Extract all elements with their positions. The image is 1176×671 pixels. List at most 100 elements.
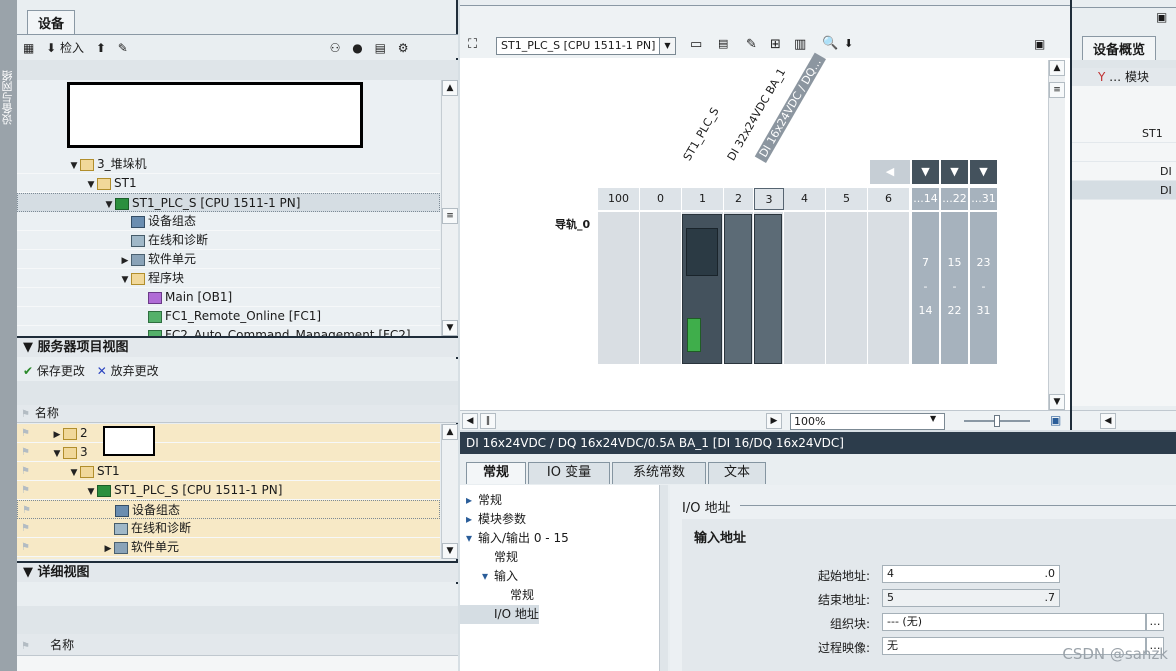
tree-item[interactable]: ⚑ ▼ ST1 xyxy=(17,462,440,481)
pointer-icon[interactable]: ⛶ xyxy=(468,37,477,52)
expand-group-icon[interactable]: ▼ xyxy=(912,160,939,184)
tree-item[interactable]: Main [OB1] xyxy=(17,288,440,307)
tree-item[interactable]: 设备组态 xyxy=(17,212,440,231)
rack-slot[interactable] xyxy=(598,212,640,364)
overview-row[interactable] xyxy=(1072,143,1176,162)
overview-icon[interactable]: ▤ xyxy=(375,41,386,55)
rack-slot[interactable] xyxy=(868,212,910,364)
properties-tab[interactable]: 系统常数 xyxy=(612,462,706,484)
slot-group[interactable]: 7 - 14 xyxy=(912,212,939,364)
slot-group[interactable]: 15 - 22 xyxy=(941,212,968,364)
tree-item[interactable]: ▼ ST1_PLC_S [CPU 1511-1 PN] xyxy=(17,193,440,212)
network-icon[interactable]: ⚇ xyxy=(330,41,341,55)
tree-item[interactable]: ⚑ ▼ 3 xyxy=(17,443,440,462)
rack-slot[interactable] xyxy=(784,212,826,364)
zoom-select[interactable]: 100% xyxy=(790,413,945,430)
scroll-up-icon[interactable]: ▲ xyxy=(442,424,458,440)
download-icon[interactable]: ⬇ xyxy=(844,37,853,50)
compile-icon[interactable]: ⚙ xyxy=(398,41,409,55)
device-view-vscroll[interactable]: ▲ ≡ ▼ xyxy=(1048,60,1065,410)
tree-item[interactable]: ▶ 软件单元 xyxy=(17,250,440,269)
org-block-input[interactable]: --- (无) xyxy=(882,613,1146,631)
start-address-input[interactable]: 4.0 xyxy=(882,565,1060,583)
properties-tab[interactable]: IO 变量 xyxy=(528,462,610,484)
tree-item[interactable]: FC2_Auto_Command_Management [FC2] xyxy=(17,326,440,336)
draw-icon[interactable]: ✎ xyxy=(746,37,757,52)
slot-number[interactable]: 5 xyxy=(826,188,868,210)
tree-item[interactable]: FC1_Remote_Online [FC1] xyxy=(17,307,440,326)
nav-item[interactable]: 常规 xyxy=(460,548,659,567)
expand-group-icon[interactable]: ▼ xyxy=(970,160,997,184)
slot-group-header[interactable]: ...14 xyxy=(912,188,939,210)
zoom-icon[interactable]: 🔍 xyxy=(822,36,838,51)
edit-icon[interactable]: ✎ xyxy=(118,41,128,55)
portal-view-strip[interactable]: 设备与网络 xyxy=(0,0,17,671)
import-button[interactable]: ⬇ 检入 xyxy=(46,39,84,56)
scroll-up-icon[interactable]: ▲ xyxy=(1049,60,1065,76)
zoom-slider-handle[interactable] xyxy=(994,415,1000,427)
overview-row[interactable]: ST1 xyxy=(1072,124,1176,143)
tree-item[interactable]: ▼ 程序块 xyxy=(17,269,440,288)
scroll-up-icon[interactable]: ▲ xyxy=(442,80,458,96)
tree-item[interactable]: ⚑ 在线和诊断 xyxy=(17,519,440,538)
properties-tab[interactable]: 常规 xyxy=(466,462,526,484)
expand-group-icon[interactable]: ▼ xyxy=(941,160,968,184)
nav-item[interactable]: ▸ 常规 xyxy=(460,491,659,510)
chevron-down-icon[interactable]: ▼ xyxy=(659,38,675,54)
scroll-left-icon[interactable]: ◀ xyxy=(1100,413,1116,429)
discard-changes-button[interactable]: ✕ 放弃更改 xyxy=(97,362,159,379)
tree-item[interactable]: ▼ ST1 xyxy=(17,174,440,193)
server-view-header[interactable]: ▼ 服务器项目视图 xyxy=(17,336,458,357)
slot-number[interactable]: 2 xyxy=(724,188,754,210)
nav-item[interactable]: ▾ 输入 xyxy=(460,567,659,586)
tree-item[interactable]: ⚑ ▶ 软件单元 xyxy=(17,538,440,557)
grid-icon[interactable]: ⊞ xyxy=(770,37,781,52)
tree-item[interactable]: ⚑ ▶ 2 xyxy=(17,424,440,443)
device-overview-tab[interactable]: 设备概览 xyxy=(1082,36,1157,60)
name-icon[interactable]: ▤ xyxy=(718,37,728,50)
devices-tab[interactable]: 设备 xyxy=(27,10,76,34)
tree-item[interactable]: ▼ 3_堆垛机 xyxy=(17,155,440,174)
rack-module-label[interactable]: ST1_PLC_S xyxy=(681,105,722,163)
hscroll-thumb-icon[interactable]: ‖ xyxy=(480,413,496,429)
task-icon[interactable]: ▣ xyxy=(1156,10,1167,24)
chevron-down-icon[interactable]: ▼ xyxy=(930,414,936,423)
rack-slot[interactable] xyxy=(640,212,682,364)
slot-group[interactable]: 23 - 31 xyxy=(970,212,997,364)
nav-item[interactable]: ▾ 输入/输出 0 - 15 xyxy=(460,529,659,548)
chevron-right-icon[interactable]: ▶ xyxy=(102,540,114,559)
slot-group-header[interactable]: ...31 xyxy=(970,188,997,210)
nav-item[interactable]: ▸ 模块参数 xyxy=(460,510,659,529)
scroll-down-icon[interactable]: ▼ xyxy=(442,320,458,336)
slot-number[interactable]: 0 xyxy=(640,188,682,210)
devices-tree-scrollbar[interactable]: ▲ ≡ ▼ xyxy=(441,80,458,336)
nav-item[interactable]: 常规 xyxy=(460,586,659,605)
scroll-right-icon[interactable]: ▶ xyxy=(766,413,782,429)
online-icon[interactable]: ● xyxy=(352,41,362,55)
slot-number[interactable]: 4 xyxy=(784,188,826,210)
detail-view-header[interactable]: ▼ 详细视图 xyxy=(17,561,458,582)
tree-item[interactable]: ⚑ 设备组态 xyxy=(17,500,440,519)
server-tree-scrollbar[interactable]: ▲ ▼ xyxy=(441,424,458,559)
nav-item[interactable]: I/O 地址 xyxy=(460,605,539,624)
di-module[interactable] xyxy=(724,214,752,364)
scroll-thumb-icon[interactable]: ≡ xyxy=(1049,82,1065,98)
tree-item[interactable]: ⚑ ▼ ST1_PLC_S [CPU 1511-1 PN] xyxy=(17,481,440,500)
slot-number[interactable]: 3 xyxy=(754,188,784,210)
slot-number[interactable]: 6 xyxy=(868,188,910,210)
tree-item[interactable]: 在线和诊断 xyxy=(17,231,440,250)
scroll-down-icon[interactable]: ▼ xyxy=(1049,394,1065,410)
collapse-icon[interactable]: ▼ xyxy=(23,340,38,355)
save-changes-button[interactable]: ✔ 保存更改 xyxy=(23,362,85,379)
scroll-left-icon[interactable]: ◀ xyxy=(462,413,478,429)
properties-tab[interactable]: 文本 xyxy=(708,462,766,484)
slot-number[interactable]: 1 xyxy=(682,188,724,210)
scroll-thumb-icon[interactable]: ≡ xyxy=(442,208,458,224)
export-icon[interactable]: ⬆ xyxy=(96,41,106,55)
scroll-down-icon[interactable]: ▼ xyxy=(442,543,458,559)
nav-splitter[interactable] xyxy=(660,485,668,671)
panel-icon[interactable]: ▣ xyxy=(1034,37,1045,51)
station-select[interactable]: ST1_PLC_S [CPU 1511-1 PN] ▼ xyxy=(496,37,676,55)
topology-icon[interactable]: ▭ xyxy=(690,37,702,52)
rack-slot[interactable] xyxy=(826,212,868,364)
